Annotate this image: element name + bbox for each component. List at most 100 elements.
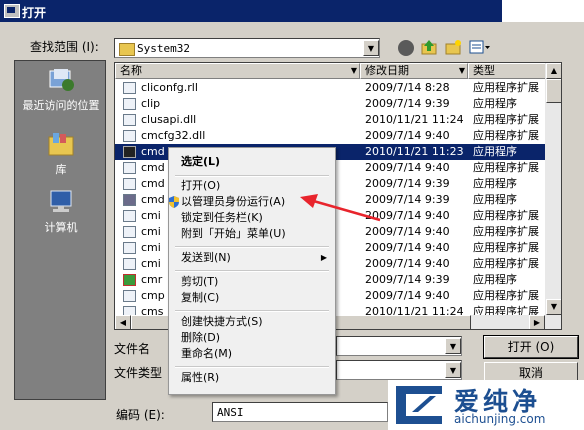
menu-item-pin-start[interactable]: 附到「开始」菜单(U) (169, 226, 335, 242)
menu-item-send-to[interactable]: 发送到(N) ▶ (169, 250, 335, 266)
file-type: 应用程序 (473, 193, 517, 206)
scroll-left-button[interactable]: ◀ (115, 315, 131, 329)
file-name: cmd (141, 193, 165, 206)
dll-file-icon (123, 82, 136, 94)
table-row[interactable]: clip 2009/7/14 9:39 应用程序 (115, 96, 545, 112)
exe-file-icon (123, 194, 136, 206)
back-icon[interactable] (398, 40, 414, 56)
menu-item-copy[interactable]: 复制(C) (169, 290, 335, 306)
menu-item-cut[interactable]: 剪切(T) (169, 274, 335, 290)
scroll-up-button[interactable]: ▲ (546, 63, 561, 79)
menu-separator (175, 310, 329, 312)
dll-file-icon (123, 258, 136, 270)
menu-separator (175, 246, 329, 248)
menu-item-cut-label: 剪切(T) (181, 275, 219, 288)
cmd-file-icon (123, 146, 136, 158)
file-name: cmcfg32.dll (141, 129, 206, 142)
file-name: cmi (141, 209, 161, 222)
column-header-name-text: 名称 (120, 64, 142, 77)
file-date: 2009/7/14 9:39 (365, 273, 450, 286)
new-folder-icon[interactable] (444, 38, 462, 56)
file-type: 应用程序扩展 (473, 241, 539, 254)
column-header-name[interactable]: 名称 ▼ (115, 63, 360, 79)
file-type: 应用程序扩展 (473, 81, 539, 94)
column-date-sort-icon[interactable]: ▼ (459, 64, 465, 78)
menu-item-delete[interactable]: 删除(D) (169, 330, 335, 346)
computer-icon (50, 190, 72, 212)
file-date: 2009/7/14 9:40 (365, 241, 450, 254)
titlebar-blank-area (502, 0, 584, 22)
file-date: 2009/7/14 9:40 (365, 257, 450, 270)
watermark: 爱纯净 aichunjing.com (388, 380, 584, 430)
place-recent-label: 最近访问的位置 (22, 99, 100, 112)
menu-separator (175, 366, 329, 368)
file-type: 应用程序 (473, 97, 517, 110)
menu-item-rename-label: 重命名(M) (181, 347, 233, 360)
vertical-scroll-thumb[interactable] (546, 79, 561, 103)
watermark-url: aichunjing.com (454, 412, 546, 426)
dll-file-icon (123, 162, 136, 174)
column-name-sort-icon[interactable]: ▼ (351, 64, 357, 78)
dll-file-icon (123, 226, 136, 238)
filetype-select[interactable]: ▼ (336, 360, 462, 380)
encoding-select[interactable]: ANSI (212, 402, 388, 422)
submenu-arrow-icon: ▶ (320, 253, 327, 262)
exe-file-icon (123, 274, 136, 286)
file-name: cmi (141, 225, 161, 238)
uac-shield-icon (169, 196, 179, 208)
file-type: 应用程序扩展 (473, 209, 539, 222)
folder-icon (119, 43, 135, 56)
column-header-type[interactable]: 类型 (468, 63, 548, 79)
dll-file-icon (123, 290, 136, 302)
view-menu-icon[interactable] (468, 38, 492, 56)
column-header-date[interactable]: 修改日期 ▼ (360, 63, 468, 79)
up-folder-icon[interactable] (420, 38, 438, 56)
look-in-label: 查找范围 (I): (30, 40, 99, 54)
scroll-right-button[interactable]: ▶ (529, 315, 545, 329)
menu-item-properties-label: 属性(R) (181, 371, 220, 384)
file-type: 应用程序扩展 (473, 129, 539, 142)
menu-item-open-label: 打开(O) (181, 179, 221, 192)
dll-file-icon (123, 306, 136, 315)
dll-file-icon (123, 130, 136, 142)
file-name: cmd (141, 177, 165, 190)
table-row[interactable]: cmcfg32.dll 2009/7/14 9:40 应用程序扩展 (115, 128, 545, 144)
recent-places-icon (49, 69, 74, 91)
table-row[interactable]: cliconfg.rll 2009/7/14 8:28 应用程序扩展 (115, 80, 545, 96)
look-in-combo[interactable]: System32 ▼ (114, 38, 380, 58)
title-bar[interactable]: 打开 (0, 0, 584, 22)
encoding-label: 编码 (E): (116, 408, 165, 422)
menu-item-copy-label: 复制(C) (181, 291, 220, 304)
menu-item-pin-taskbar-label: 锁定到任务栏(K) (181, 211, 263, 224)
look-in-value: System32 (137, 42, 190, 55)
place-recent[interactable]: 最近访问的位置 (15, 67, 107, 112)
place-computer[interactable]: 计算机 (15, 189, 107, 234)
place-library[interactable]: 库 (15, 131, 107, 176)
filetype-dropdown-button[interactable]: ▼ (445, 362, 461, 378)
file-name: cmd (141, 161, 165, 174)
file-name: cliconfg.rll (141, 81, 198, 94)
look-in-dropdown-button[interactable]: ▼ (363, 40, 379, 56)
menu-item-create-shortcut[interactable]: 创建快捷方式(S) (169, 314, 335, 330)
file-date: 2009/7/14 9:39 (365, 97, 450, 110)
file-type: 应用程序扩展 (473, 257, 539, 270)
open-button[interactable]: 打开 (O) (483, 335, 579, 359)
menu-item-pin-start-label: 附到「开始」菜单(U) (181, 227, 286, 240)
filename-field[interactable]: ▼ (336, 336, 462, 356)
vertical-scrollbar[interactable]: ▲ ▼ (545, 63, 561, 315)
filename-dropdown-button[interactable]: ▼ (445, 338, 461, 354)
watermark-logo-icon (396, 386, 442, 424)
file-type: 应用程序 (473, 145, 517, 158)
table-row[interactable]: clusapi.dll 2010/11/21 11:24 应用程序扩展 (115, 112, 545, 128)
menu-item-select[interactable]: 选定(L) (169, 154, 335, 170)
scroll-down-button[interactable]: ▼ (546, 299, 561, 315)
dll-file-icon (123, 210, 136, 222)
menu-item-properties[interactable]: 属性(R) (169, 370, 335, 386)
file-name: cmp (141, 289, 165, 302)
menu-item-rename[interactable]: 重命名(M) (169, 346, 335, 362)
file-type: 应用程序扩展 (473, 225, 539, 238)
encoding-value: ANSI (217, 406, 244, 419)
file-name: cmd (141, 145, 165, 158)
place-library-label: 库 (55, 163, 67, 176)
file-type: 应用程序 (473, 273, 517, 286)
